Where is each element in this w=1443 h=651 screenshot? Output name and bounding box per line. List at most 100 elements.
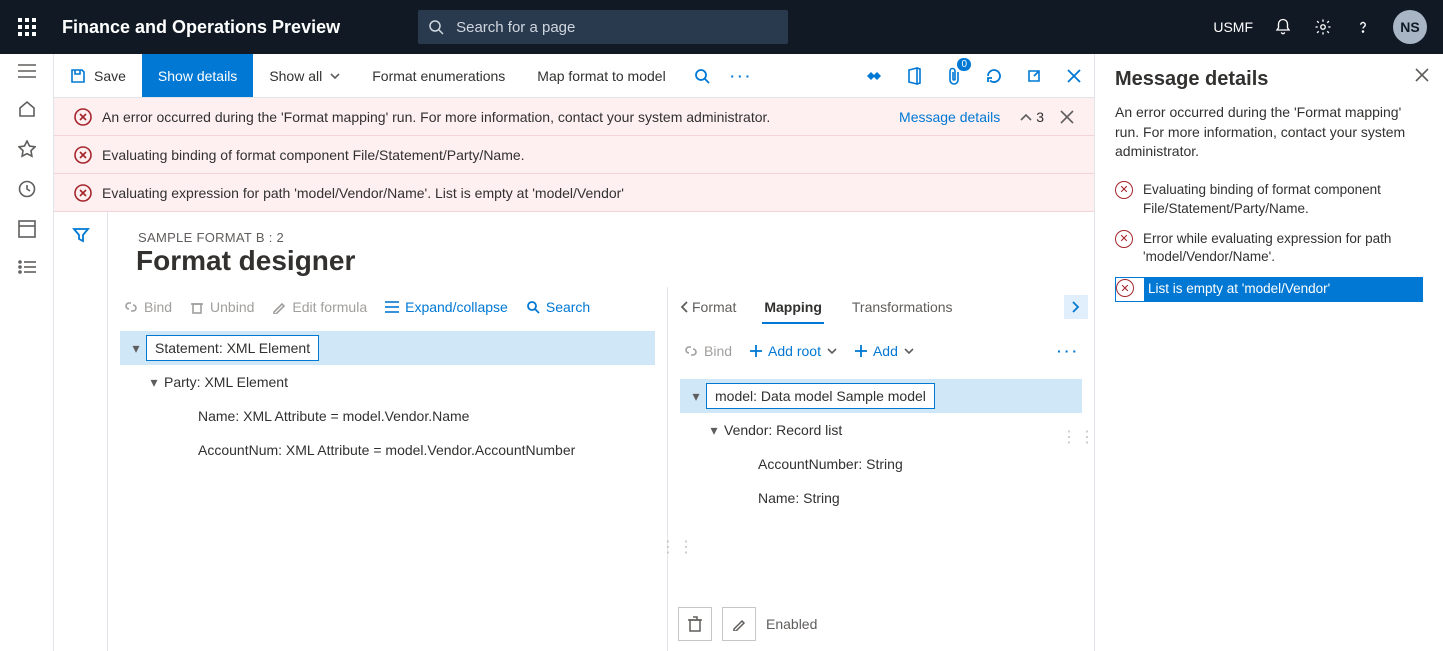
add-root-label: Add root	[768, 343, 821, 359]
bind-label: Bind	[144, 299, 172, 315]
panel-msg-1[interactable]: ✕ Evaluating binding of format component…	[1115, 180, 1423, 219]
save-icon	[70, 68, 86, 84]
tree-node-statement[interactable]: ▾ Statement: XML Element	[120, 331, 655, 365]
hamburger-icon[interactable]	[18, 64, 36, 78]
search-box[interactable]	[418, 10, 788, 44]
panel-msg-1-text: Evaluating binding of format component F…	[1143, 180, 1423, 219]
overflow-icon[interactable]: ···	[722, 54, 762, 97]
user-avatar[interactable]: NS	[1393, 10, 1427, 44]
search-icon	[428, 19, 444, 35]
edit-button[interactable]	[722, 607, 756, 641]
tree-node-vendor[interactable]: ▾ Vendor: Record list	[680, 413, 1082, 447]
recent-icon[interactable]	[18, 180, 36, 198]
error-count[interactable]: 3	[1020, 109, 1044, 125]
r-bind-label: Bind	[704, 343, 732, 359]
tab-transformations[interactable]: Transformations	[850, 291, 955, 323]
dismiss-error-icon[interactable]	[1060, 110, 1074, 124]
help-icon[interactable]	[1353, 17, 1373, 37]
error-text-1: An error occurred during the 'Format map…	[102, 109, 770, 125]
bell-icon[interactable]	[1273, 17, 1293, 37]
app-title: Finance and Operations Preview	[54, 17, 348, 38]
tree-search-button[interactable]: Search	[526, 299, 590, 315]
tree-node-name-r[interactable]: Name: String	[680, 481, 1082, 515]
error-text-2: Evaluating binding of format component F…	[102, 147, 525, 163]
panel-msg-2[interactable]: ✕ Error while evaluating expression for …	[1115, 229, 1423, 268]
search-action-icon[interactable]	[682, 54, 722, 97]
office-icon[interactable]	[894, 54, 934, 97]
edit-formula-button[interactable]: Edit formula	[272, 299, 367, 315]
error-banner-2: Evaluating binding of format component F…	[54, 136, 1094, 174]
tree-node-model[interactable]: ▾ model: Data model Sample model	[680, 379, 1082, 413]
gear-icon[interactable]	[1313, 17, 1333, 37]
tree-node-label: Party: XML Element	[164, 370, 288, 394]
bind-button[interactable]: Bind	[124, 299, 172, 315]
expand-collapse-button[interactable]: Expand/collapse	[385, 299, 508, 315]
home-icon[interactable]	[18, 100, 36, 118]
caret-down-icon[interactable]: ▾	[126, 340, 146, 357]
delete-button[interactable]	[678, 607, 712, 641]
tree-node-accountnum[interactable]: AccountNum: XML Attribute = model.Vendor…	[120, 433, 655, 467]
edit-formula-label: Edit formula	[292, 299, 367, 315]
refresh-icon[interactable]	[974, 54, 1014, 97]
save-button[interactable]: Save	[54, 54, 142, 97]
action-bar: Save Show details Show all Format enumer…	[54, 54, 1094, 98]
caret-down-icon[interactable]: ▾	[704, 422, 724, 439]
filter-column	[54, 212, 108, 651]
filter-icon[interactable]	[72, 226, 90, 651]
search-input[interactable]	[454, 18, 778, 37]
error-count-value: 3	[1036, 109, 1044, 125]
nav-rail	[0, 54, 54, 651]
resize-handle-icon[interactable]: ⋮⋮	[660, 537, 696, 557]
tree-node-party[interactable]: ▾ Party: XML Element	[120, 365, 655, 399]
map-format-button[interactable]: Map format to model	[521, 54, 681, 97]
message-details-link[interactable]: Message details	[899, 109, 1000, 125]
add-button[interactable]: Add	[855, 343, 914, 359]
legal-entity[interactable]: USMF	[1213, 19, 1253, 35]
attachments-icon[interactable]: 0	[934, 54, 974, 97]
modules-icon[interactable]	[18, 260, 36, 274]
caret-down-icon[interactable]: ▾	[686, 388, 706, 405]
tree-node-label: model: Data model Sample model	[706, 383, 935, 409]
panel-msg-3-text: List is empty at 'model/Vendor'	[1144, 278, 1422, 301]
show-all-button[interactable]: Show all	[253, 54, 356, 97]
close-panel-icon[interactable]	[1415, 68, 1429, 82]
error-icon	[74, 184, 92, 202]
error-icon: ✕	[1115, 230, 1133, 248]
unbind-button[interactable]: Unbind	[190, 299, 254, 315]
panel-msg-2-text: Error while evaluating expression for pa…	[1143, 229, 1423, 268]
resize-handle-icon[interactable]: ⋮⋮	[1061, 427, 1097, 447]
tree-node-label: AccountNum: XML Attribute = model.Vendor…	[198, 438, 575, 462]
dataverse-icon[interactable]	[854, 54, 894, 97]
top-bar: Finance and Operations Preview USMF NS	[0, 0, 1443, 54]
star-icon[interactable]	[18, 140, 36, 158]
tab-mapping[interactable]: Mapping	[762, 291, 824, 323]
chevron-down-icon	[330, 73, 340, 79]
tree-node-label: Name: String	[758, 486, 840, 510]
show-details-label: Show details	[158, 68, 237, 84]
bottom-tool-row: Enabled	[678, 607, 817, 641]
format-enumerations-button[interactable]: Format enumerations	[356, 54, 521, 97]
error-text-3: Evaluating expression for path 'model/Ve…	[102, 185, 624, 201]
enabled-label: Enabled	[766, 616, 817, 632]
error-icon	[74, 146, 92, 164]
format-tree-pane: Bind Unbind Edit formula Expand/collapse…	[108, 287, 668, 651]
page-title: Format designer	[108, 245, 1094, 287]
tab-format[interactable]: Format	[680, 299, 736, 315]
workspace-icon[interactable]	[18, 220, 36, 238]
add-label: Add	[873, 343, 898, 359]
panel-msg-3[interactable]: ✕ List is empty at 'model/Vendor'	[1115, 277, 1423, 302]
expand-label: Expand/collapse	[405, 299, 508, 315]
tree-node-name[interactable]: Name: XML Attribute = model.Vendor.Name	[120, 399, 655, 433]
scroll-right-icon[interactable]	[1064, 295, 1088, 319]
close-action-icon[interactable]	[1054, 54, 1094, 97]
panel-description: An error occurred during the 'Format map…	[1115, 103, 1423, 162]
app-launcher-icon[interactable]	[0, 0, 54, 54]
r-overflow-icon[interactable]: ···	[1057, 343, 1080, 359]
caret-down-icon[interactable]: ▾	[144, 374, 164, 391]
tree-node-accountnumber[interactable]: AccountNumber: String	[680, 447, 1082, 481]
popout-icon[interactable]	[1014, 54, 1054, 97]
r-bind-button[interactable]: Bind	[684, 343, 732, 359]
show-details-button[interactable]: Show details	[142, 54, 253, 97]
panel-title: Message details	[1115, 68, 1423, 91]
add-root-button[interactable]: Add root	[750, 343, 837, 359]
